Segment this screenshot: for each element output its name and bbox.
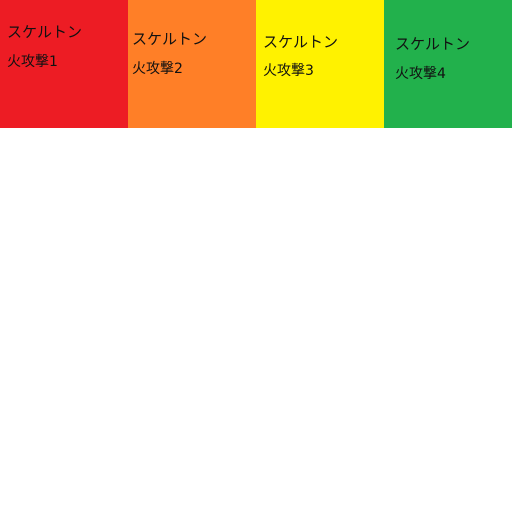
enemy-card-1[interactable]: スケルトン 火攻撃1 <box>0 0 128 128</box>
enemy-card-3[interactable]: スケルトン 火攻撃3 <box>256 0 384 128</box>
enemy-card-4[interactable]: スケルトン 火攻撃4 <box>384 0 512 128</box>
enemy-attack-label: 火攻撃1 <box>7 54 58 70</box>
enemy-name-label: スケルトン <box>263 33 339 51</box>
empty-canvas-area <box>0 128 512 512</box>
enemy-attack-label: 火攻撃2 <box>132 61 183 77</box>
enemy-name-label: スケルトン <box>395 35 471 53</box>
enemy-attack-label: 火攻撃3 <box>263 63 314 79</box>
enemy-card-row: スケルトン 火攻撃1 スケルトン 火攻撃2 スケルトン 火攻撃3 スケルトン 火… <box>0 0 512 128</box>
enemy-name-label: スケルトン <box>132 30 208 48</box>
enemy-attack-label: 火攻撃4 <box>395 66 446 82</box>
enemy-name-label: スケルトン <box>7 23 83 41</box>
enemy-card-2[interactable]: スケルトン 火攻撃2 <box>128 0 256 128</box>
